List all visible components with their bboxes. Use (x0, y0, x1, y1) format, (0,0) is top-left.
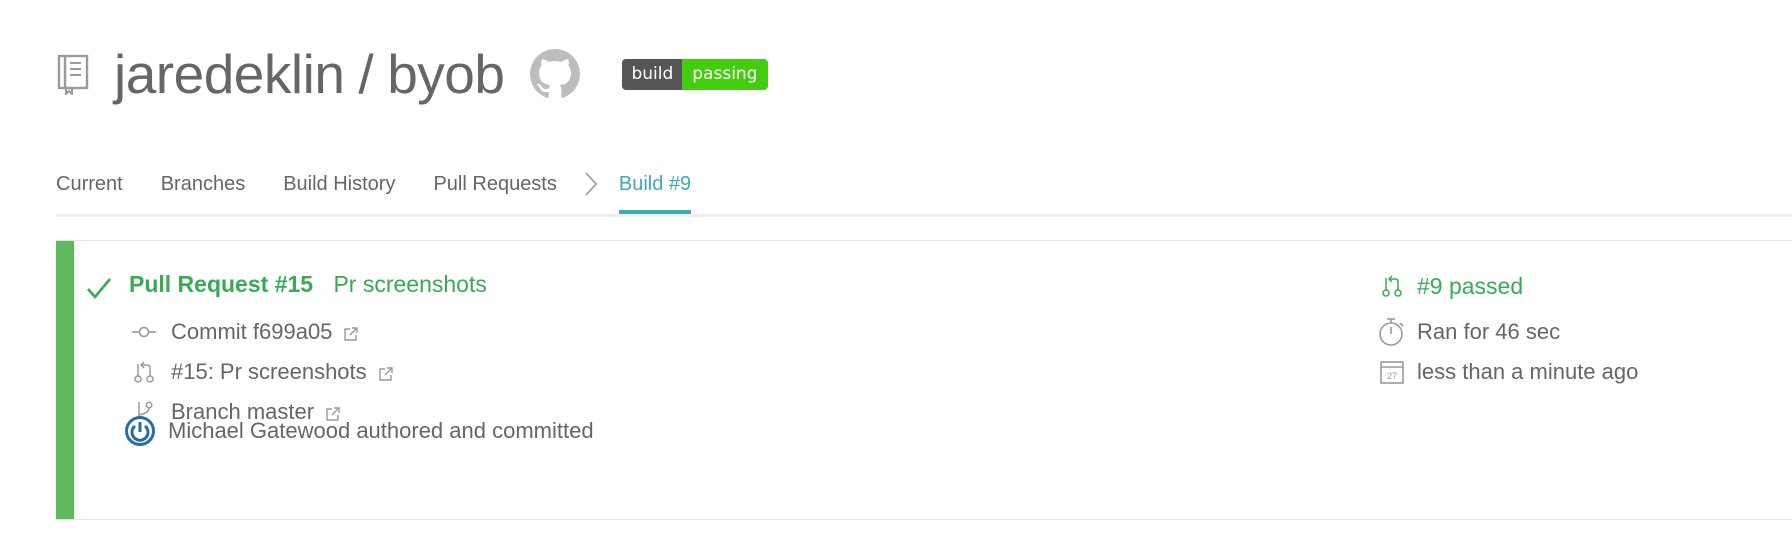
pull-request-icon (129, 357, 159, 387)
calendar-day: 27 (1387, 371, 1397, 381)
repo-separator: / (358, 43, 374, 105)
build-number-status: #9 passed (1377, 271, 1523, 301)
github-icon[interactable] (530, 48, 582, 100)
tab-build[interactable]: Build #9 (618, 160, 692, 214)
travis-build-page: jaredeklin / byob build passing Current … (0, 0, 1792, 546)
tab-branches[interactable]: Branches (161, 160, 246, 211)
pull-request-icon (1377, 271, 1407, 301)
repo-book-icon (56, 51, 94, 97)
status-stripe (56, 241, 74, 519)
stopwatch-icon (1377, 317, 1407, 347)
commit-line: Commit f699a05 (129, 317, 360, 347)
external-link-icon[interactable] (377, 363, 395, 381)
tab-pull-requests[interactable]: Pull Requests (433, 160, 556, 211)
badge-status: passing (682, 58, 768, 90)
repo-owner-link[interactable]: jaredeklin (114, 42, 345, 106)
author-line: Michael Gatewood authored and committed (124, 415, 594, 447)
tab-current[interactable]: Current (56, 160, 123, 211)
repo-title: jaredeklin / byob (114, 42, 505, 106)
commit-link[interactable]: Commit f699a05 (171, 319, 332, 345)
tab-build-history[interactable]: Build History (283, 160, 395, 211)
repo-name-link[interactable]: byob (387, 42, 505, 106)
badge-label: build (622, 58, 683, 90)
pull-request-message[interactable]: Pr screenshots (333, 271, 486, 297)
duration-line: Ran for 46 sec (1377, 317, 1560, 347)
commit-icon (129, 317, 159, 347)
build-status-badge[interactable]: build passing (622, 58, 768, 90)
build-title: Pull Request #15 Pr screenshots (129, 271, 487, 298)
duration-text: Ran for 46 sec (1417, 319, 1561, 344)
author-text: Michael Gatewood authored and committed (168, 418, 594, 443)
check-icon (84, 273, 114, 303)
calendar-icon: 27 (1377, 357, 1407, 387)
repo-header: jaredeklin / byob build passing (56, 30, 768, 118)
pull-request-link[interactable]: #15: Pr screenshots (171, 359, 367, 385)
build-summary[interactable]: #9 passed (1417, 273, 1523, 300)
finished-text: less than a minute ago (1417, 359, 1639, 384)
pull-request-number-link[interactable]: Pull Request #15 (129, 271, 313, 297)
finished-line: 27 less than a minute ago (1377, 357, 1638, 387)
power-avatar-icon (124, 415, 156, 447)
chevron-right-icon (581, 160, 605, 198)
external-link-icon[interactable] (342, 323, 360, 341)
repo-tabs: Current Branches Build History Pull Requ… (56, 160, 1792, 217)
pull-request-line: #15: Pr screenshots (129, 357, 395, 387)
build-summary-card: Pull Request #15 Pr screenshots Commit f… (56, 240, 1792, 520)
